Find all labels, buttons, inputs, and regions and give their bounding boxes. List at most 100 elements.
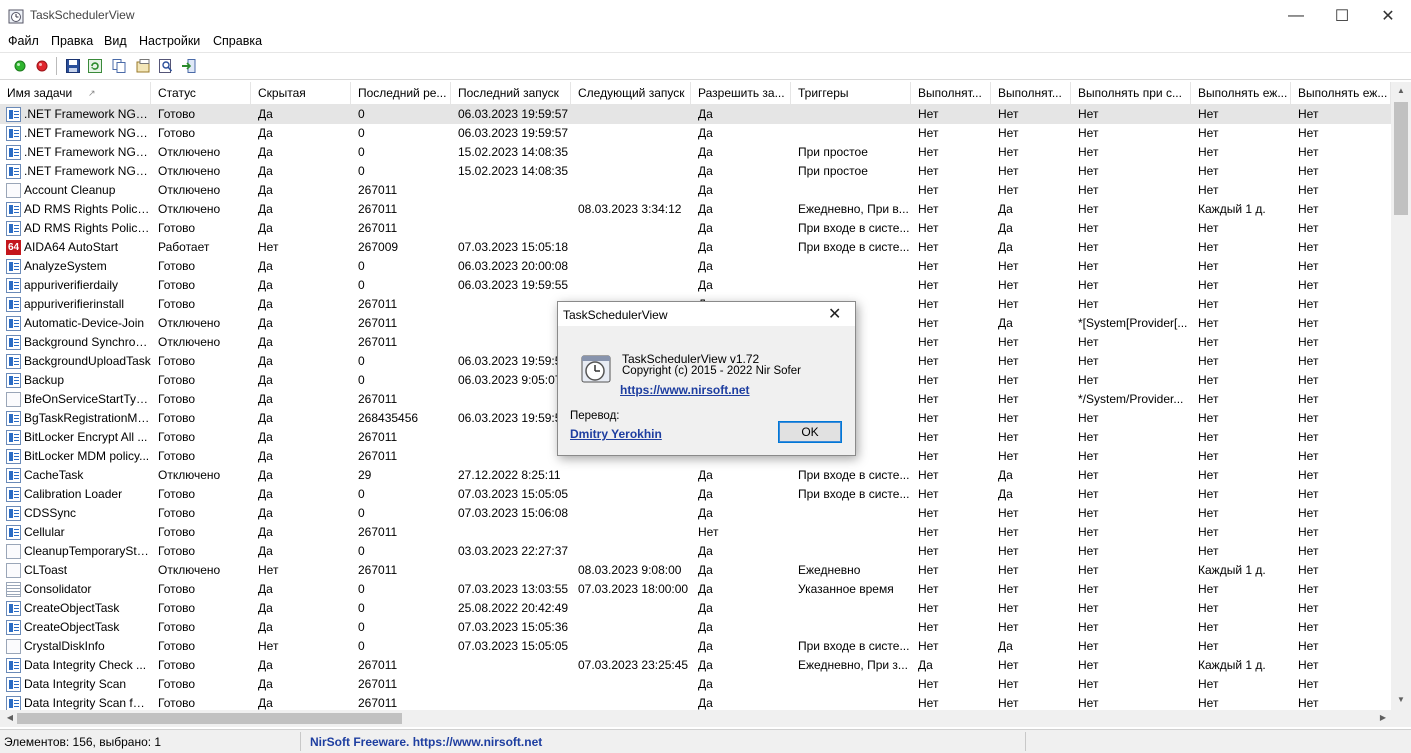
scroll-down-icon[interactable]: ▼	[1391, 695, 1411, 704]
cell-run-on-event: Нет	[1078, 202, 1099, 216]
dialog-website-link[interactable]: https://www.nirsoft.net	[620, 383, 750, 397]
table-row[interactable]: Calibration Loader Готово Да 0 07.03.2023 15…	[0, 485, 1391, 504]
cell-run-daily: Нет	[1198, 449, 1219, 463]
copy-icon[interactable]	[111, 58, 127, 74]
find-icon[interactable]	[158, 58, 174, 74]
properties-icon[interactable]	[135, 58, 151, 74]
cell-status: Готово	[158, 601, 196, 615]
table-row[interactable]: Account Cleanup Отключено Да 267011 Да Нет Нет…	[0, 181, 1391, 200]
cell-next-run	[571, 162, 691, 181]
save-icon[interactable]	[65, 58, 81, 74]
cell-hidden: Да	[258, 620, 273, 634]
cell-run-weekly: Нет	[1298, 202, 1319, 216]
table-row[interactable]: .NET Framework NGE... Отключено Да 0 15.02.2…	[0, 143, 1391, 162]
cell-allow-start: Да	[698, 506, 713, 520]
column-last-result[interactable]: Последний ре...	[351, 82, 451, 104]
cell-status: Готово	[158, 278, 196, 292]
table-row[interactable]: CleanupTemporaryState Готово Да 0 03.03.2023…	[0, 542, 1391, 561]
cell-run-1: Нет	[918, 297, 939, 311]
table-row[interactable]: CrystalDiskInfo Готово Нет 0 07.03.2023 15:0…	[0, 637, 1391, 656]
maximize-button[interactable]: ☐	[1319, 0, 1365, 31]
table-row[interactable]: Data Integrity Scan for... Готово Да 267011…	[0, 694, 1391, 710]
table-row[interactable]: AD RMS Rights Policy ... Готово Да 267011 Да…	[0, 219, 1391, 238]
table-row[interactable]: CreateObjectTask Готово Да 0 07.03.2023 15:0…	[0, 618, 1391, 637]
cell-last-run: 03.03.2023 22:27:37	[458, 544, 569, 558]
vertical-scroll-thumb[interactable]	[1394, 102, 1408, 215]
menu-view[interactable]: Вид	[104, 34, 127, 48]
enable-task-icon[interactable]	[12, 58, 28, 74]
column-hidden[interactable]: Скрытая	[251, 82, 351, 104]
cell-run-1: Нет	[918, 259, 939, 273]
cell-last-result: 267011	[358, 658, 398, 672]
cell-run-weekly: Нет	[1298, 620, 1319, 634]
scroll-up-icon[interactable]: ▲	[1391, 86, 1411, 95]
cell-run-1: Нет	[918, 316, 939, 330]
minimize-button[interactable]: —	[1273, 0, 1319, 31]
column-task-name[interactable]: Имя задачи ↗	[0, 82, 151, 104]
cell-triggers: При входе в систе...	[798, 639, 910, 653]
horizontal-scrollbar[interactable]: ◀ ▶	[0, 710, 1391, 727]
table-row[interactable]: Cellular Готово Да 267011 Нет Нет Нет Нет Нет Нет	[0, 523, 1391, 542]
column-run-1[interactable]: Выполнят...	[911, 82, 991, 104]
exit-icon[interactable]	[181, 58, 197, 74]
cell-status: Готово	[158, 449, 196, 463]
table-row[interactable]: Data Integrity Scan Готово Да 267011 Да Нет Не…	[0, 675, 1391, 694]
dialog-translator-link[interactable]: Dmitry Yerokhin	[570, 427, 662, 441]
column-run-daily[interactable]: Выполнять еж...	[1191, 82, 1291, 104]
table-row[interactable]: CacheTask Отключено Да 29 27.12.2022 8:25:11…	[0, 466, 1391, 485]
cell-last-run: 06.03.2023 19:59:55	[458, 278, 569, 292]
refresh-icon[interactable]	[87, 58, 103, 74]
column-run-weekly[interactable]: Выполнять еж...	[1291, 82, 1391, 104]
table-row[interactable]: .NET Framework NGE... Готово Да 0 06.03.2023…	[0, 124, 1391, 143]
cell-triggers: При входе в систе...	[798, 240, 910, 254]
vertical-scrollbar[interactable]: ▲ ▼	[1391, 82, 1411, 710]
cell-task-name: appuriverifierdaily	[24, 278, 119, 292]
table-row[interactable]: CreateObjectTask Готово Да 0 25.08.2022 20:4…	[0, 599, 1391, 618]
column-status[interactable]: Статус	[151, 82, 251, 104]
cell-last-result: 0	[358, 373, 365, 387]
table-row[interactable]: Data Integrity Check ... Готово Да 267011 07…	[0, 656, 1391, 675]
cell-run-daily: Нет	[1198, 620, 1219, 634]
cell-run-on-event: Нет	[1078, 183, 1099, 197]
cell-next-run: 08.03.2023 3:34:12	[578, 202, 682, 216]
menu-options[interactable]: Настройки	[139, 34, 200, 48]
close-button[interactable]: ✕	[1365, 0, 1411, 31]
table-row[interactable]: appuriverifierdaily Готово Да 0 06.03.2023 1…	[0, 276, 1391, 295]
table-row[interactable]: Consolidator Готово Да 0 07.03.2023 13:03:55…	[0, 580, 1391, 599]
ok-button[interactable]: OK	[778, 421, 842, 443]
cell-last-run	[451, 219, 571, 238]
cell-task-name: BgTaskRegistrationMa...	[24, 411, 151, 425]
menu-file[interactable]: Файл	[8, 34, 39, 48]
cell-last-run	[451, 561, 571, 580]
cell-next-run	[571, 504, 691, 523]
table-row[interactable]: CDSSync Готово Да 0 07.03.2023 15:06:08 Да Нет…	[0, 504, 1391, 523]
horizontal-scroll-thumb[interactable]	[17, 713, 402, 724]
menu-edit[interactable]: Правка	[51, 34, 93, 48]
status-nirsoft-link[interactable]: NirSoft Freeware. https://www.nirsoft.ne…	[310, 735, 542, 749]
column-run-on-event[interactable]: Выполнять при с...	[1071, 82, 1191, 104]
table-row[interactable]: CLToast Отключено Нет 267011 08.03.2023 9:08…	[0, 561, 1391, 580]
cell-next-run	[571, 485, 691, 504]
column-next-run[interactable]: Следующий запуск	[571, 82, 691, 104]
scroll-right-icon[interactable]: ▶	[1373, 713, 1393, 722]
cell-run-daily: Нет	[1198, 354, 1219, 368]
dialog-close-icon[interactable]: ✕	[828, 304, 841, 324]
cell-last-result: 268435456	[358, 411, 419, 425]
cell-hidden: Да	[258, 449, 273, 463]
cell-run-2: Нет	[998, 620, 1019, 634]
table-row[interactable]: AD RMS Rights Policy ... Отключено Да 26701…	[0, 200, 1391, 219]
disable-task-icon[interactable]	[34, 58, 50, 74]
cell-run-2: Нет	[998, 392, 1019, 406]
table-row[interactable]: AnalyzeSystem Готово Да 0 06.03.2023 20:00:0…	[0, 257, 1391, 276]
column-last-run[interactable]: Последний запуск	[451, 82, 571, 104]
table-row[interactable]: .NET Framework NGE... Готово Да 0 06.03.2023…	[0, 105, 1391, 124]
cell-run-2: Да	[998, 240, 1013, 254]
column-triggers[interactable]: Триггеры	[791, 82, 911, 104]
table-row[interactable]: 64 AIDA64 AutoStart Работает Нет 267009 07.03…	[0, 238, 1391, 257]
table-row[interactable]: .NET Framework NGE... Отключено Да 0 15.02.2…	[0, 162, 1391, 181]
cell-next-run	[571, 523, 691, 542]
column-allow-start[interactable]: Разрешить за...	[691, 82, 791, 104]
column-run-2[interactable]: Выполнят...	[991, 82, 1071, 104]
menu-help[interactable]: Справка	[213, 34, 262, 48]
cell-task-name: BackgroundUploadTask	[24, 354, 151, 368]
